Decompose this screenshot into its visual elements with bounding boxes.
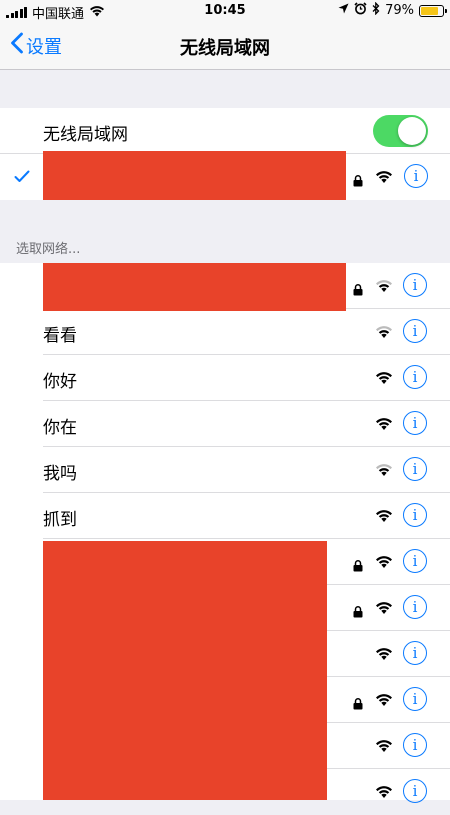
lock-icon — [353, 695, 363, 714]
info-button[interactable]: i — [403, 457, 427, 481]
network-name: 抓到 — [43, 510, 77, 530]
page-title: 无线局域网 — [180, 38, 270, 59]
network-row[interactable]: 抓到 i — [43, 493, 450, 539]
checkmark-icon — [14, 168, 30, 187]
lock-icon — [353, 172, 363, 191]
info-button[interactable]: i — [403, 549, 427, 573]
info-button[interactable]: i — [403, 595, 427, 619]
lock-icon — [353, 557, 363, 576]
info-button[interactable]: i — [403, 319, 427, 343]
redacted-network-name — [43, 151, 346, 200]
redacted-network-name — [43, 263, 346, 311]
wifi-toggle-switch[interactable] — [373, 115, 428, 147]
info-button[interactable]: i — [403, 733, 427, 757]
lock-icon — [353, 603, 363, 622]
bluetooth-icon — [372, 1, 380, 19]
wifi-signal-icon — [375, 600, 393, 619]
redacted-network-names-block — [43, 541, 327, 800]
info-button[interactable]: i — [403, 687, 427, 711]
wifi-signal-icon — [375, 462, 393, 481]
wifi-signal-icon — [375, 784, 393, 803]
wifi-signal-icon — [375, 169, 393, 188]
info-button[interactable]: i — [403, 641, 427, 665]
network-row[interactable]: 看看 i — [43, 309, 450, 355]
wifi-signal-icon — [375, 554, 393, 573]
connected-network-row[interactable]: i — [0, 151, 450, 200]
network-name: 你在 — [43, 418, 77, 438]
status-bar: 中国联通 10:45 79% — [0, 0, 450, 22]
network-row[interactable]: i — [43, 263, 450, 311]
wifi-toggle-row: 无线局域网 — [0, 108, 450, 154]
navigation-bar: 设置 无线局域网 — [0, 22, 450, 70]
info-button[interactable]: i — [403, 365, 427, 389]
lock-icon — [353, 281, 363, 300]
wifi-signal-icon — [375, 416, 393, 435]
wifi-signal-icon — [375, 692, 393, 711]
wifi-settings-group: 无线局域网 i — [0, 108, 450, 200]
status-right: 79% — [338, 1, 447, 19]
alarm-icon — [354, 2, 367, 19]
info-button[interactable]: i — [403, 503, 427, 527]
wifi-signal-icon — [375, 278, 393, 297]
network-row[interactable]: 你在 i — [43, 401, 450, 447]
info-button[interactable]: i — [403, 411, 427, 435]
wifi-toggle-label: 无线局域网 — [43, 125, 128, 145]
choose-network-header: 选取网络... — [16, 242, 81, 257]
network-list: i 看看 i 你好 i 你在 i 我吗 i 抓到 i i i i i i i — [0, 263, 450, 803]
wifi-signal-icon — [375, 646, 393, 665]
wifi-signal-icon — [375, 738, 393, 757]
network-row[interactable]: 我吗 i — [43, 447, 450, 493]
network-name: 你好 — [43, 372, 77, 392]
network-name: 看看 — [43, 326, 77, 346]
wifi-signal-icon — [375, 370, 393, 389]
battery-percent: 79% — [385, 3, 414, 18]
info-button[interactable]: i — [403, 273, 427, 297]
info-button[interactable]: i — [403, 779, 427, 803]
wifi-signal-icon — [375, 508, 393, 527]
toggle-knob — [398, 117, 426, 145]
wifi-signal-icon — [375, 324, 393, 343]
battery-icon — [419, 4, 447, 17]
network-name: 我吗 — [43, 464, 77, 484]
info-button[interactable]: i — [404, 164, 428, 188]
network-row[interactable]: 你好 i — [43, 355, 450, 401]
location-icon — [338, 3, 349, 18]
